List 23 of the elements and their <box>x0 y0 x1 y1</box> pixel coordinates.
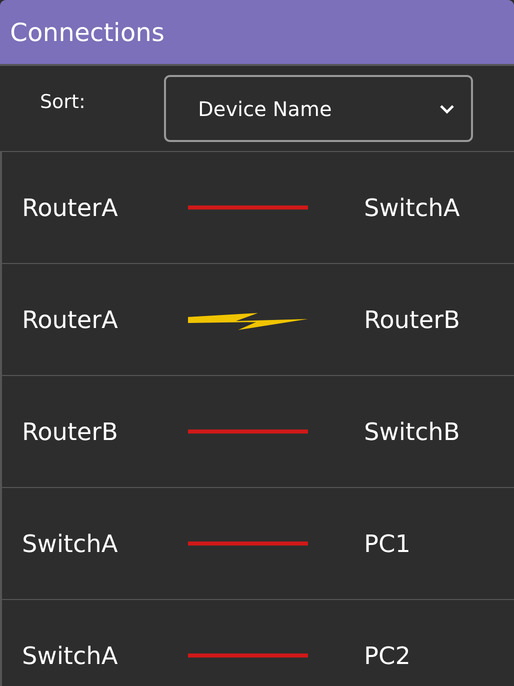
ethernet-cable-icon <box>188 653 308 658</box>
chevron-icon <box>439 104 455 114</box>
connection-row[interactable]: RouterB SwitchB <box>0 376 514 488</box>
device-name: SwitchA <box>21 642 119 670</box>
connection-row[interactable]: SwitchA PC1 <box>0 488 514 600</box>
device-name: PC1 <box>364 530 410 558</box>
ethernet-cable-icon <box>188 541 308 546</box>
device-name: SwitchB <box>364 418 460 446</box>
device-name: RouterB <box>21 418 119 446</box>
device-name: RouterA <box>21 306 119 334</box>
device-name: SwitchA <box>364 194 460 222</box>
device-name: SwitchA <box>21 530 119 558</box>
device-name: RouterB <box>364 306 460 334</box>
connection-row[interactable]: RouterA SwitchA <box>0 152 514 264</box>
connection-row[interactable]: SwitchA PC2 <box>0 600 514 686</box>
sort-label: Sort: <box>40 90 86 112</box>
device-name: RouterA <box>21 194 119 222</box>
sort-dropdown[interactable]: Device Name <box>164 75 473 142</box>
ethernet-cable-icon <box>188 205 308 210</box>
device-name: PC2 <box>364 642 410 670</box>
ethernet-cable-icon <box>188 429 308 434</box>
panel-title: Connections <box>10 18 164 46</box>
connection-row[interactable]: RouterA RouterB <box>0 264 514 376</box>
